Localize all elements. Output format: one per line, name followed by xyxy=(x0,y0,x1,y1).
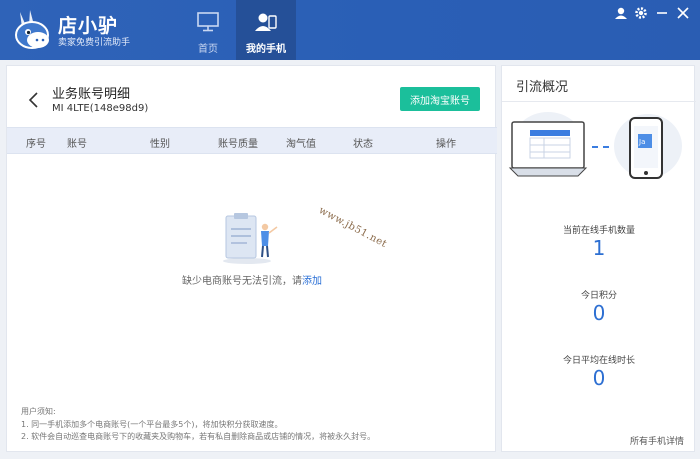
empty-state-message: 缺少电商账号无法引流，请添加 xyxy=(7,272,497,287)
page-title: 业务账号明细 xyxy=(52,87,131,102)
close-icon[interactable] xyxy=(676,5,690,19)
app-slogan: 卖家免费引流助手 xyxy=(58,38,131,48)
column-header-status: 状态 xyxy=(353,139,373,150)
column-header-quality: 账号质量 xyxy=(218,139,258,150)
nav-home-label: 首页 xyxy=(198,44,218,55)
minimize-icon[interactable] xyxy=(655,5,669,19)
account-detail-panel: 业务账号明细 MI 4LTE(148e98d9) 添加淘宝账号 序号 账号 性别… xyxy=(6,65,497,452)
nav-my-phones[interactable]: 我的手机 xyxy=(236,0,296,60)
avg-online-time-label: 今日平均在线时长 xyxy=(562,356,635,366)
column-header-gender: 性别 xyxy=(150,139,170,150)
table-header: 序号 账号 性别 账号质量 淘气值 状态 操作 xyxy=(7,127,497,154)
user-phone-icon xyxy=(255,13,277,31)
app-header: 店小驴 卖家免费引流助手 首页 我的手机 xyxy=(0,0,700,60)
empty-state-text: 缺少电商账号无法引流，请 xyxy=(182,276,302,287)
side-title: 引流概况 xyxy=(516,80,569,95)
column-header-naughty-value: 淘气值 xyxy=(286,139,316,150)
traffic-overview-panel: 引流概况 Ja 当前在线手机数量 1 今日积分 0 今日平均在线时长 0 所有手… xyxy=(501,65,696,452)
gear-icon[interactable] xyxy=(634,5,648,19)
add-taobao-account-button[interactable]: 添加淘宝账号 xyxy=(400,87,480,111)
computer-phone-sync-icon: Ja xyxy=(508,112,682,179)
user-icon[interactable] xyxy=(614,5,628,19)
online-phones-value: 1 xyxy=(592,236,606,260)
empty-clipboard-icon xyxy=(223,213,278,264)
nav-home[interactable]: 首页 xyxy=(178,0,238,60)
donkey-logo-icon xyxy=(15,10,49,49)
column-header-index: 序号 xyxy=(26,139,46,150)
today-points-label: 今日积分 xyxy=(580,291,617,301)
all-phones-detail-link[interactable]: 所有手机详情 xyxy=(630,434,684,447)
column-header-account: 账号 xyxy=(67,139,87,150)
side-divider xyxy=(502,101,696,102)
column-header-actions: 操作 xyxy=(436,139,456,150)
notice-line-1: 1. 同一手机添加多个电商账号(一个平台最多5个)，将加快积分获取速度。 xyxy=(21,419,283,429)
notice-title: 用户须知: xyxy=(21,407,56,416)
user-notice: 用户须知: 1. 同一手机添加多个电商账号(一个平台最多5个)，将加快积分获取速… xyxy=(21,406,375,444)
svg-text:Ja: Ja xyxy=(638,138,645,146)
back-arrow-icon[interactable] xyxy=(27,91,41,109)
notice-line-2: 2. 软件会自动巡查电商账号下的收藏夹及购物车，若有私自删除商品或店铺的情况，将… xyxy=(21,432,376,441)
monitor-icon xyxy=(197,12,219,32)
online-phones-label: 当前在线手机数量 xyxy=(562,226,635,236)
add-account-link[interactable]: 添加 xyxy=(302,276,322,287)
device-name: MI 4LTE(148e98d9) xyxy=(52,103,149,114)
app-name: 店小驴 xyxy=(58,15,119,37)
avg-online-time-value: 0 xyxy=(592,366,606,390)
today-points-value: 0 xyxy=(592,301,606,325)
nav-my-phones-label: 我的手机 xyxy=(246,44,286,55)
